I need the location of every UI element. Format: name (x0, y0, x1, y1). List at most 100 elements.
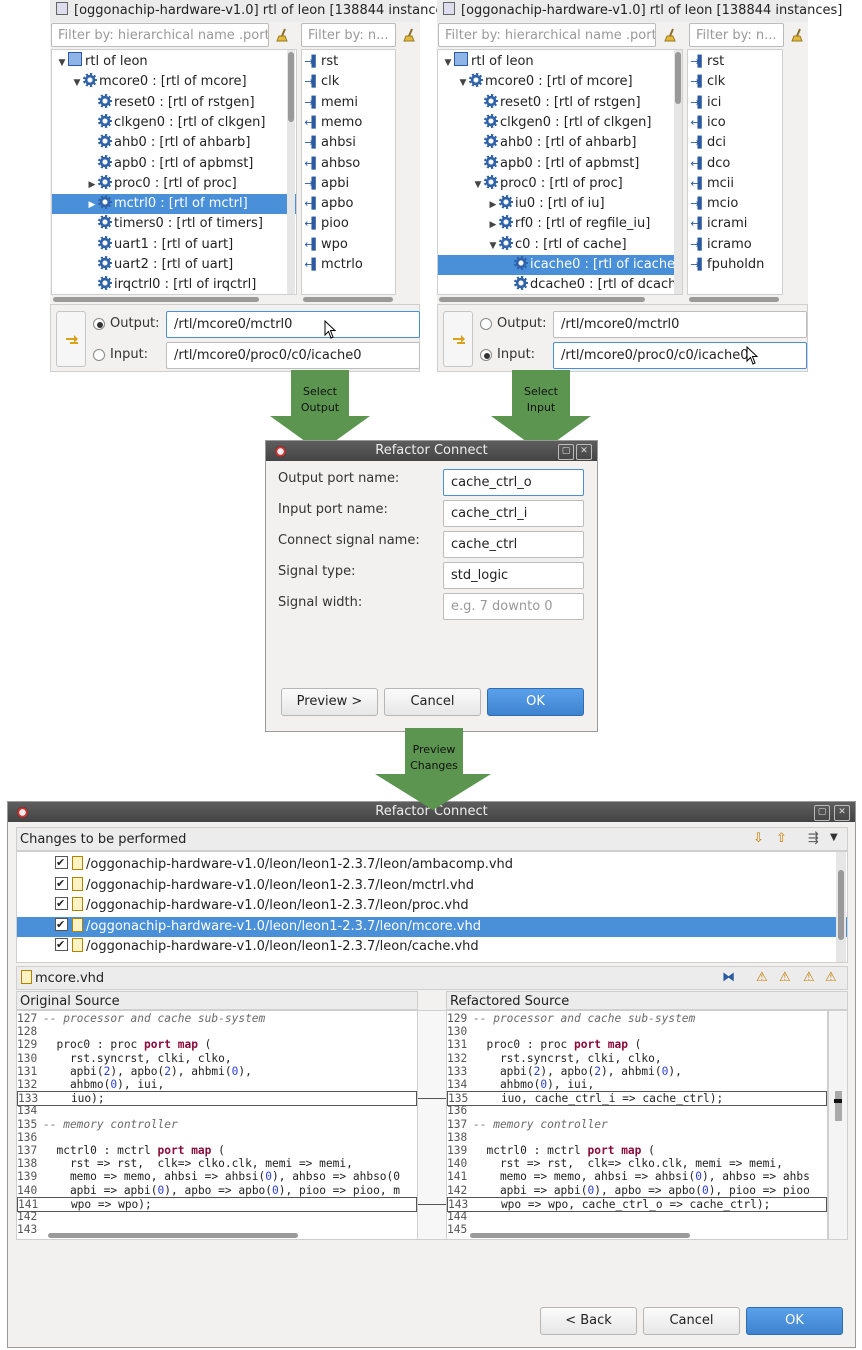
tree-node[interactable]: ▶ rf0 : [rtl of regfile_iu] (438, 214, 682, 234)
port-item[interactable]: ←▌ mcii (688, 174, 782, 194)
input-path-field[interactable]: /rtl/mcore0/proc0/c0/icache0 (166, 342, 420, 369)
previous-change-icon[interactable]: ⇧ (776, 831, 787, 846)
tree-node[interactable]: ahb0 : [rtl of ahbarb] (438, 133, 682, 153)
port-item[interactable]: ←▌ pioo (302, 214, 395, 234)
expand-toggle-icon[interactable]: ▼ (457, 73, 469, 93)
port-item[interactable]: ←▌ mctrlo (302, 255, 395, 275)
swap-sides-icon[interactable]: ⧓ (722, 970, 735, 985)
output-port-field[interactable]: cache_ctrl_o (443, 469, 584, 496)
expand-toggle-icon[interactable]: ▼ (472, 175, 484, 195)
tree-node[interactable]: timers0 : [rtl of timers] (52, 214, 296, 234)
back-button[interactable]: < Back (540, 1307, 637, 1335)
window-menu-icon[interactable] (275, 446, 286, 457)
output-path-field[interactable]: /rtl/mcore0/mctrl0 (553, 311, 807, 338)
change-file-item[interactable]: /oggonachip-hardware-v1.0/leon/leon1-2.3… (17, 935, 847, 957)
change-file-item[interactable]: /oggonachip-hardware-v1.0/leon/leon1-2.3… (17, 853, 847, 875)
port-item[interactable]: ←▌ memo (302, 113, 395, 133)
tree-node[interactable]: clkgen0 : [rtl of clkgen] (52, 113, 296, 133)
port-item[interactable]: →▌ rst (688, 52, 782, 72)
left-port-list[interactable]: →▌ rst →▌ clk →▌ memi ←▌ memo →▌ ahbsi ←▌ ahbso →▌ ap… (301, 49, 396, 295)
left-ports-hscroll[interactable] (303, 297, 393, 302)
output-path-field[interactable]: /rtl/mcore0/mctrl0 (166, 311, 420, 338)
right-port-filter-input[interactable]: Filter by: n... (689, 23, 784, 47)
swap-endpoints-button[interactable] (56, 311, 86, 367)
left-hierarchy-filter-input[interactable]: Filter by: hierarchical name .port (51, 23, 269, 47)
left-tree-hscroll[interactable] (53, 297, 259, 302)
tree-node[interactable]: ▼ mcore0 : [rtl of mcore] (52, 72, 296, 92)
tree-node[interactable]: apb0 : [rtl of apbmst] (438, 154, 682, 174)
tree-node[interactable]: reset0 : [rtl of rstgen] (52, 93, 296, 113)
tree-node[interactable]: apb0 : [rtl of apbmst] (52, 154, 296, 174)
tree-node[interactable]: reset0 : [rtl of rstgen] (438, 93, 682, 113)
port-item[interactable]: →▌ icramo (688, 235, 782, 255)
signal-type-field[interactable]: std_logic (443, 562, 584, 589)
port-item[interactable]: →▌ memi (302, 93, 395, 113)
previous-difference-icon[interactable]: ⚠ (825, 970, 837, 985)
port-item[interactable]: ←▌ ico (688, 113, 782, 133)
port-item[interactable]: →▌ fpuholdn (688, 255, 782, 275)
tree-node[interactable]: clkgen0 : [rtl of clkgen] (438, 113, 682, 133)
next-change-icon[interactable]: ⇩ (753, 831, 764, 846)
cancel-button[interactable]: Cancel (643, 1307, 740, 1335)
signal-width-field[interactable]: e.g. 7 downto 0 (443, 593, 584, 620)
checkbox-icon[interactable] (55, 894, 68, 914)
port-item[interactable]: →▌ dci (688, 133, 782, 153)
tree-node[interactable]: ▼ proc0 : [rtl of proc] (438, 174, 682, 194)
maximize-button[interactable]: ▢ (814, 805, 830, 821)
clear-port-filter-icon[interactable] (403, 28, 417, 42)
expand-toggle-icon[interactable]: ▶ (487, 195, 499, 215)
right-hierarchy-filter-input[interactable]: Filter by: hierarchical name .port (438, 23, 656, 47)
input-radio[interactable] (93, 349, 105, 361)
port-item[interactable]: →▌ clk (688, 72, 782, 92)
port-item[interactable]: ←▌ wpo (302, 235, 395, 255)
left-instance-tree[interactable]: ▼ rtl of leon ▼ mcore0 : [rtl of mcore] rese… (51, 49, 297, 295)
close-button[interactable]: ✕ (576, 444, 592, 460)
maximize-button[interactable]: ▢ (558, 444, 574, 460)
tree-node[interactable]: dcache0 : [rtl of dcache] (438, 275, 682, 294)
port-item[interactable]: →▌ apbi (302, 174, 395, 194)
tree-node[interactable]: ▼ rtl of leon (52, 52, 296, 72)
clear-port-filter-icon[interactable] (791, 28, 805, 42)
next-difference-icon[interactable]: ⚠ (803, 970, 815, 985)
refactored-source-editor[interactable]: 129 -- processor and cache sub-system 130 1… (446, 1010, 828, 1240)
overview-ruler[interactable] (828, 1010, 848, 1240)
input-path-field[interactable]: /rtl/mcore0/proc0/c0/icache0 (553, 342, 807, 369)
checkbox-icon[interactable] (55, 874, 68, 894)
close-button[interactable]: ✕ (834, 805, 850, 821)
output-radio[interactable] (480, 318, 492, 330)
change-file-item[interactable]: /oggonachip-hardware-v1.0/leon/leon1-2.3… (17, 894, 847, 916)
scroll-thumb[interactable] (675, 52, 681, 104)
input-port-field[interactable]: cache_ctrl_i (443, 500, 584, 527)
change-file-item[interactable]: /oggonachip-hardware-v1.0/leon/leon1-2.3… (17, 874, 847, 896)
expand-toggle-icon[interactable]: ▼ (56, 53, 68, 73)
tree-node[interactable]: ▶ proc0 : [rtl of proc] (52, 174, 296, 194)
port-item[interactable]: →▌ ahbsi (302, 133, 395, 153)
port-item[interactable]: →▌ rst (302, 52, 395, 72)
checkbox-icon[interactable] (55, 915, 68, 935)
port-item[interactable]: →▌ clk (302, 72, 395, 92)
checkbox-icon[interactable] (55, 935, 68, 955)
expand-toggle-icon[interactable]: ▼ (487, 236, 499, 256)
signal-name-field[interactable]: cache_ctrl (443, 531, 584, 558)
tree-node[interactable]: ▶ mctrl0 : [rtl of mctrl] (52, 194, 296, 215)
right-instance-tree[interactable]: ▼ rtl of leon ▼ mcore0 : [rtl of mcore] rese… (437, 49, 683, 295)
clear-filter-icon[interactable] (664, 28, 678, 42)
left-port-filter-input[interactable]: Filter by: n... (301, 23, 396, 47)
change-file-item[interactable]: /oggonachip-hardware-v1.0/leon/leon1-2.3… (17, 915, 847, 937)
copy-left-icon[interactable]: ⚠ (779, 970, 791, 985)
tree-node[interactable]: uart1 : [rtl of uart] (52, 235, 296, 255)
input-radio[interactable] (480, 349, 492, 361)
copy-all-left-icon[interactable]: ⚠ (756, 970, 768, 985)
filter-changes-icon[interactable]: ⇶ (808, 831, 819, 846)
tree-node[interactable]: uart2 : [rtl of uart] (52, 255, 296, 275)
original-hscroll[interactable] (48, 1233, 298, 1238)
change-marker[interactable] (834, 1099, 842, 1103)
changes-scrollbar[interactable] (836, 852, 846, 962)
cancel-button[interactable]: Cancel (384, 688, 481, 716)
port-item[interactable]: →▌ ici (688, 93, 782, 113)
port-item[interactable]: →▌ mcio (688, 194, 782, 214)
tree-node[interactable]: icache0 : [rtl of icache] (438, 255, 682, 275)
original-source-editor[interactable]: 127 -- processor and cache sub-system 128 1… (16, 1010, 418, 1240)
port-item[interactable]: ←▌ ahbso (302, 154, 395, 174)
window-menu-icon[interactable] (17, 807, 28, 818)
